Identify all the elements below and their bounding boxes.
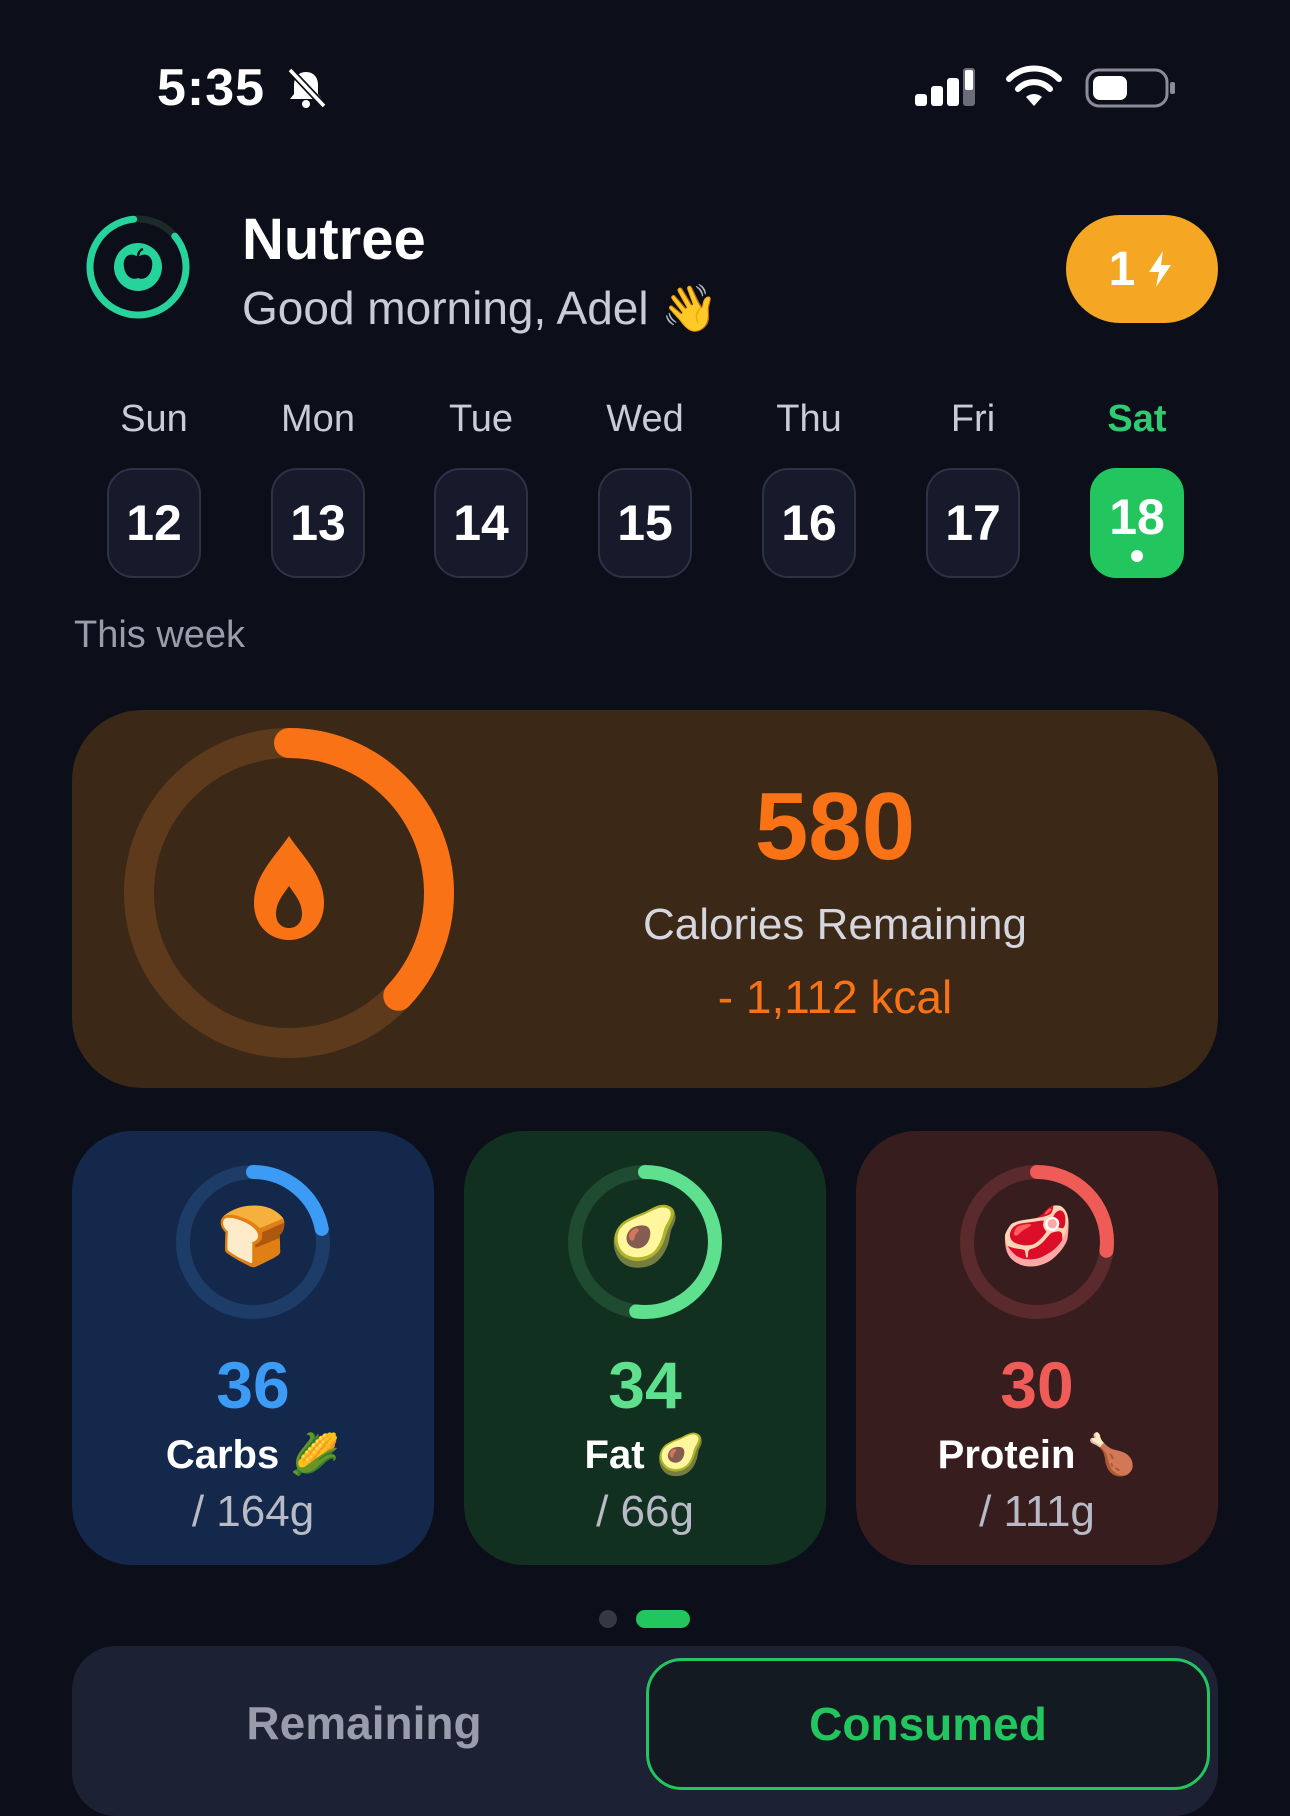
day-name: Sat	[1107, 398, 1167, 440]
day-sat[interactable]: Sat 18	[1087, 398, 1187, 578]
day-date-button[interactable]: 15	[598, 468, 692, 578]
lightning-icon	[1149, 251, 1172, 287]
day-date-button[interactable]: 17	[926, 468, 1020, 578]
fat-card[interactable]: 🥑 34 Fat 🥑 / 66g	[464, 1131, 826, 1565]
day-name: Thu	[776, 398, 842, 440]
day-tue[interactable]: Tue 14	[431, 398, 531, 578]
calories-remaining-value: 580	[754, 773, 916, 880]
day-name: Fri	[950, 398, 996, 440]
streak-count: 1	[1108, 242, 1136, 296]
carbs-label: Carbs 🌽	[165, 1433, 341, 1477]
wifi-icon	[1004, 64, 1064, 115]
status-time: 5:35	[157, 59, 266, 117]
day-date-button[interactable]: 14	[434, 468, 528, 578]
fat-label: Fat 🥑	[584, 1433, 706, 1477]
day-date: 13	[290, 495, 346, 551]
protein-label: Protein 🍗	[937, 1433, 1137, 1477]
day-name: Sun	[120, 398, 188, 440]
carbs-emoji: 🍞	[216, 1204, 290, 1269]
cellular-signal-icon	[915, 66, 983, 115]
day-name: Wed	[606, 398, 684, 440]
day-date: 17	[945, 495, 1001, 551]
day-date-button[interactable]: 18	[1090, 468, 1184, 578]
day-date-button[interactable]: 12	[107, 468, 201, 578]
carbs-card[interactable]: 🍞 36 Carbs 🌽 / 164g	[72, 1131, 434, 1565]
day-date: 16	[781, 495, 837, 551]
protein-emoji: 🥩	[1000, 1204, 1074, 1269]
streak-button[interactable]: 1	[1066, 215, 1218, 323]
pager-dot[interactable]	[599, 1610, 617, 1628]
day-mon[interactable]: Mon 13	[268, 398, 368, 578]
day-date: 15	[617, 495, 673, 551]
carbs-value: 36	[216, 1348, 290, 1422]
protein-card[interactable]: 🥩 30 Protein 🍗 / 111g	[856, 1131, 1218, 1565]
day-thu[interactable]: Thu 16	[759, 398, 859, 578]
protein-value: 30	[1000, 1348, 1074, 1422]
greeting: Good morning, Adel 👋	[242, 281, 719, 336]
flame-icon	[254, 836, 324, 940]
carbs-goal: / 164g	[191, 1487, 315, 1536]
calories-ring	[124, 728, 454, 1063]
calories-remaining-label: Calories Remaining	[643, 900, 1027, 949]
remaining-tab[interactable]: Remaining	[72, 1658, 656, 1788]
greeting-text: Good morning, Adel	[242, 282, 649, 334]
consumed-tab[interactable]: Consumed	[646, 1658, 1210, 1790]
day-fri[interactable]: Fri 17	[923, 398, 1023, 578]
fat-value: 34	[608, 1348, 682, 1422]
bell-slash-icon	[284, 66, 328, 115]
day-date-button[interactable]: 13	[271, 468, 365, 578]
app-title: Nutree	[242, 207, 426, 272]
day-date: 12	[126, 495, 182, 551]
day-name: Mon	[281, 398, 355, 440]
waving-hand-emoji: 👋	[661, 282, 719, 334]
fat-emoji: 🥑	[608, 1204, 682, 1269]
day-wed[interactable]: Wed 15	[595, 398, 695, 578]
day-date: 18	[1109, 489, 1165, 545]
day-sun[interactable]: Sun 12	[104, 398, 204, 578]
week-label: This week	[74, 614, 246, 656]
pager-dot-active[interactable]	[636, 1610, 690, 1628]
today-indicator	[1131, 550, 1143, 562]
battery-icon	[1085, 66, 1177, 115]
fat-goal: / 66g	[596, 1487, 694, 1536]
day-date-button[interactable]: 16	[762, 468, 856, 578]
protein-goal: / 111g	[979, 1487, 1095, 1536]
day-name: Tue	[448, 398, 514, 440]
day-date: 14	[453, 495, 509, 551]
app-logo	[84, 213, 192, 326]
calories-consumed-kcal: - 1,112 kcal	[717, 971, 953, 1023]
